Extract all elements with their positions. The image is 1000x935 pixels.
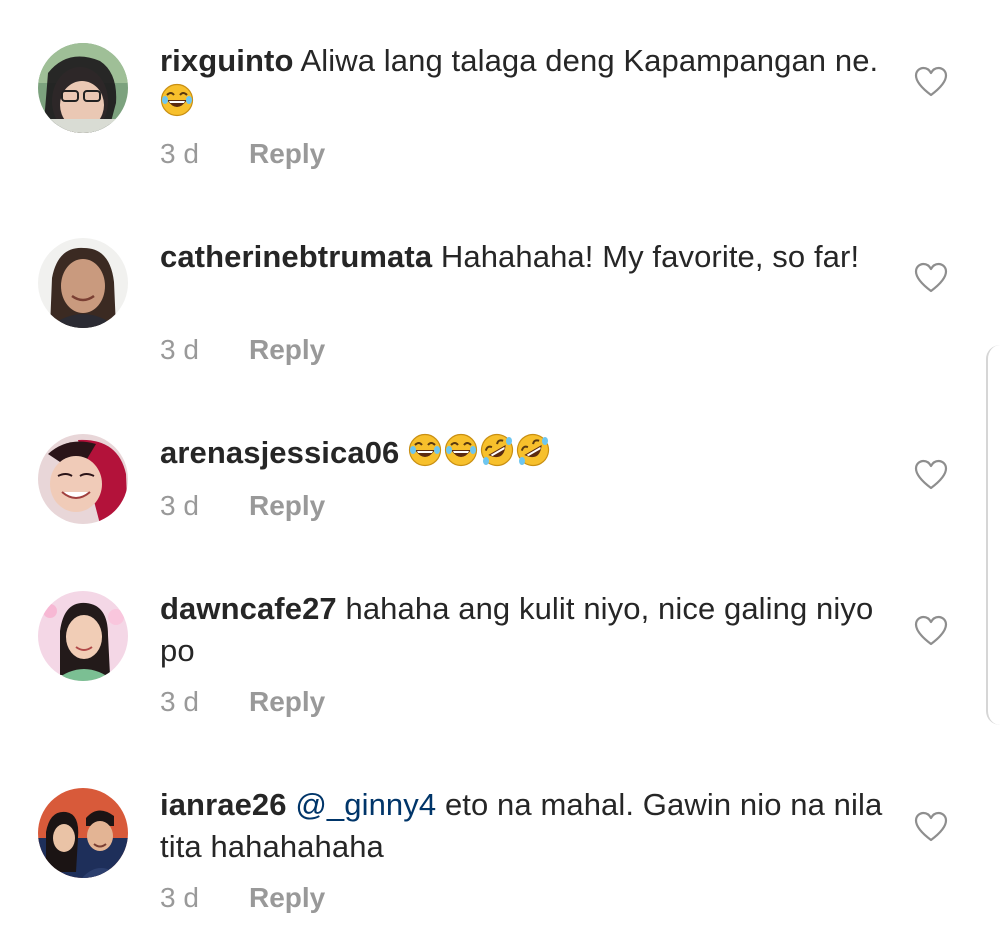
avatar[interactable] <box>38 434 128 524</box>
like-button[interactable] <box>914 615 948 647</box>
heart-outline-icon <box>914 615 948 646</box>
like-button[interactable] <box>914 459 948 491</box>
comment-timestamp: 3 d <box>160 686 199 717</box>
rolling-on-the-floor-laughing-emoji <box>516 433 550 478</box>
avatar[interactable] <box>38 43 128 133</box>
like-button[interactable] <box>914 66 948 98</box>
mention-link[interactable]: @_ginny4 <box>295 787 436 822</box>
rolling-on-the-floor-laughing-emoji <box>480 433 514 478</box>
comment-timestamp: 3 d <box>160 490 199 521</box>
comment-username[interactable]: catherinebtrumata <box>160 239 432 274</box>
heart-outline-icon <box>914 66 948 97</box>
heart-outline-icon <box>914 459 948 490</box>
comment-text: catherinebtrumata Hahahaha! My favorite,… <box>160 236 895 278</box>
comment-text: rixguinto Aliwa lang talaga deng Kapampa… <box>160 40 895 128</box>
reply-button[interactable]: Reply <box>249 686 325 717</box>
comment-body: Hahahaha! My favorite, so far! <box>440 239 860 274</box>
avatar[interactable] <box>38 238 128 328</box>
heart-outline-icon <box>914 811 948 842</box>
comment-timestamp: 3 d <box>160 138 199 169</box>
like-button[interactable] <box>914 811 948 843</box>
comment-username[interactable]: rixguinto <box>160 43 294 78</box>
face-with-tears-of-joy-emoji <box>444 433 478 478</box>
reply-button[interactable]: Reply <box>249 334 325 365</box>
comment-text: arenasjessica06 <box>160 432 895 478</box>
comment-username[interactable]: ianrae26 <box>160 787 287 822</box>
scrollbar[interactable] <box>986 345 1000 725</box>
comment-meta: 3 d Reply <box>160 332 325 368</box>
comment-body: Aliwa lang talaga deng Kapampangan ne. <box>300 43 879 78</box>
face-with-tears-of-joy-emoji <box>408 433 442 478</box>
comment-text: dawncafe27 hahaha ang kulit niyo, nice g… <box>160 588 895 672</box>
face-with-tears-of-joy-emoji <box>160 83 194 128</box>
comment-timestamp: 3 d <box>160 334 199 365</box>
heart-outline-icon <box>914 262 948 293</box>
comment-meta: 3 d Reply <box>160 684 325 720</box>
reply-button[interactable]: Reply <box>249 138 325 169</box>
comment-timestamp: 3 d <box>160 882 199 913</box>
avatar[interactable] <box>38 591 128 681</box>
like-button[interactable] <box>914 262 948 294</box>
reply-button[interactable]: Reply <box>249 490 325 521</box>
comment-meta: 3 d Reply <box>160 136 325 172</box>
comment-username[interactable]: arenasjessica06 <box>160 435 399 470</box>
comment-username[interactable]: dawncafe27 <box>160 591 337 626</box>
avatar[interactable] <box>38 788 128 878</box>
comment-meta: 3 d Reply <box>160 488 325 524</box>
comment-text: ianrae26 @_ginny4 eto na mahal. Gawin ni… <box>160 784 895 868</box>
comment-meta: 3 d Reply <box>160 880 325 916</box>
reply-button[interactable]: Reply <box>249 882 325 913</box>
